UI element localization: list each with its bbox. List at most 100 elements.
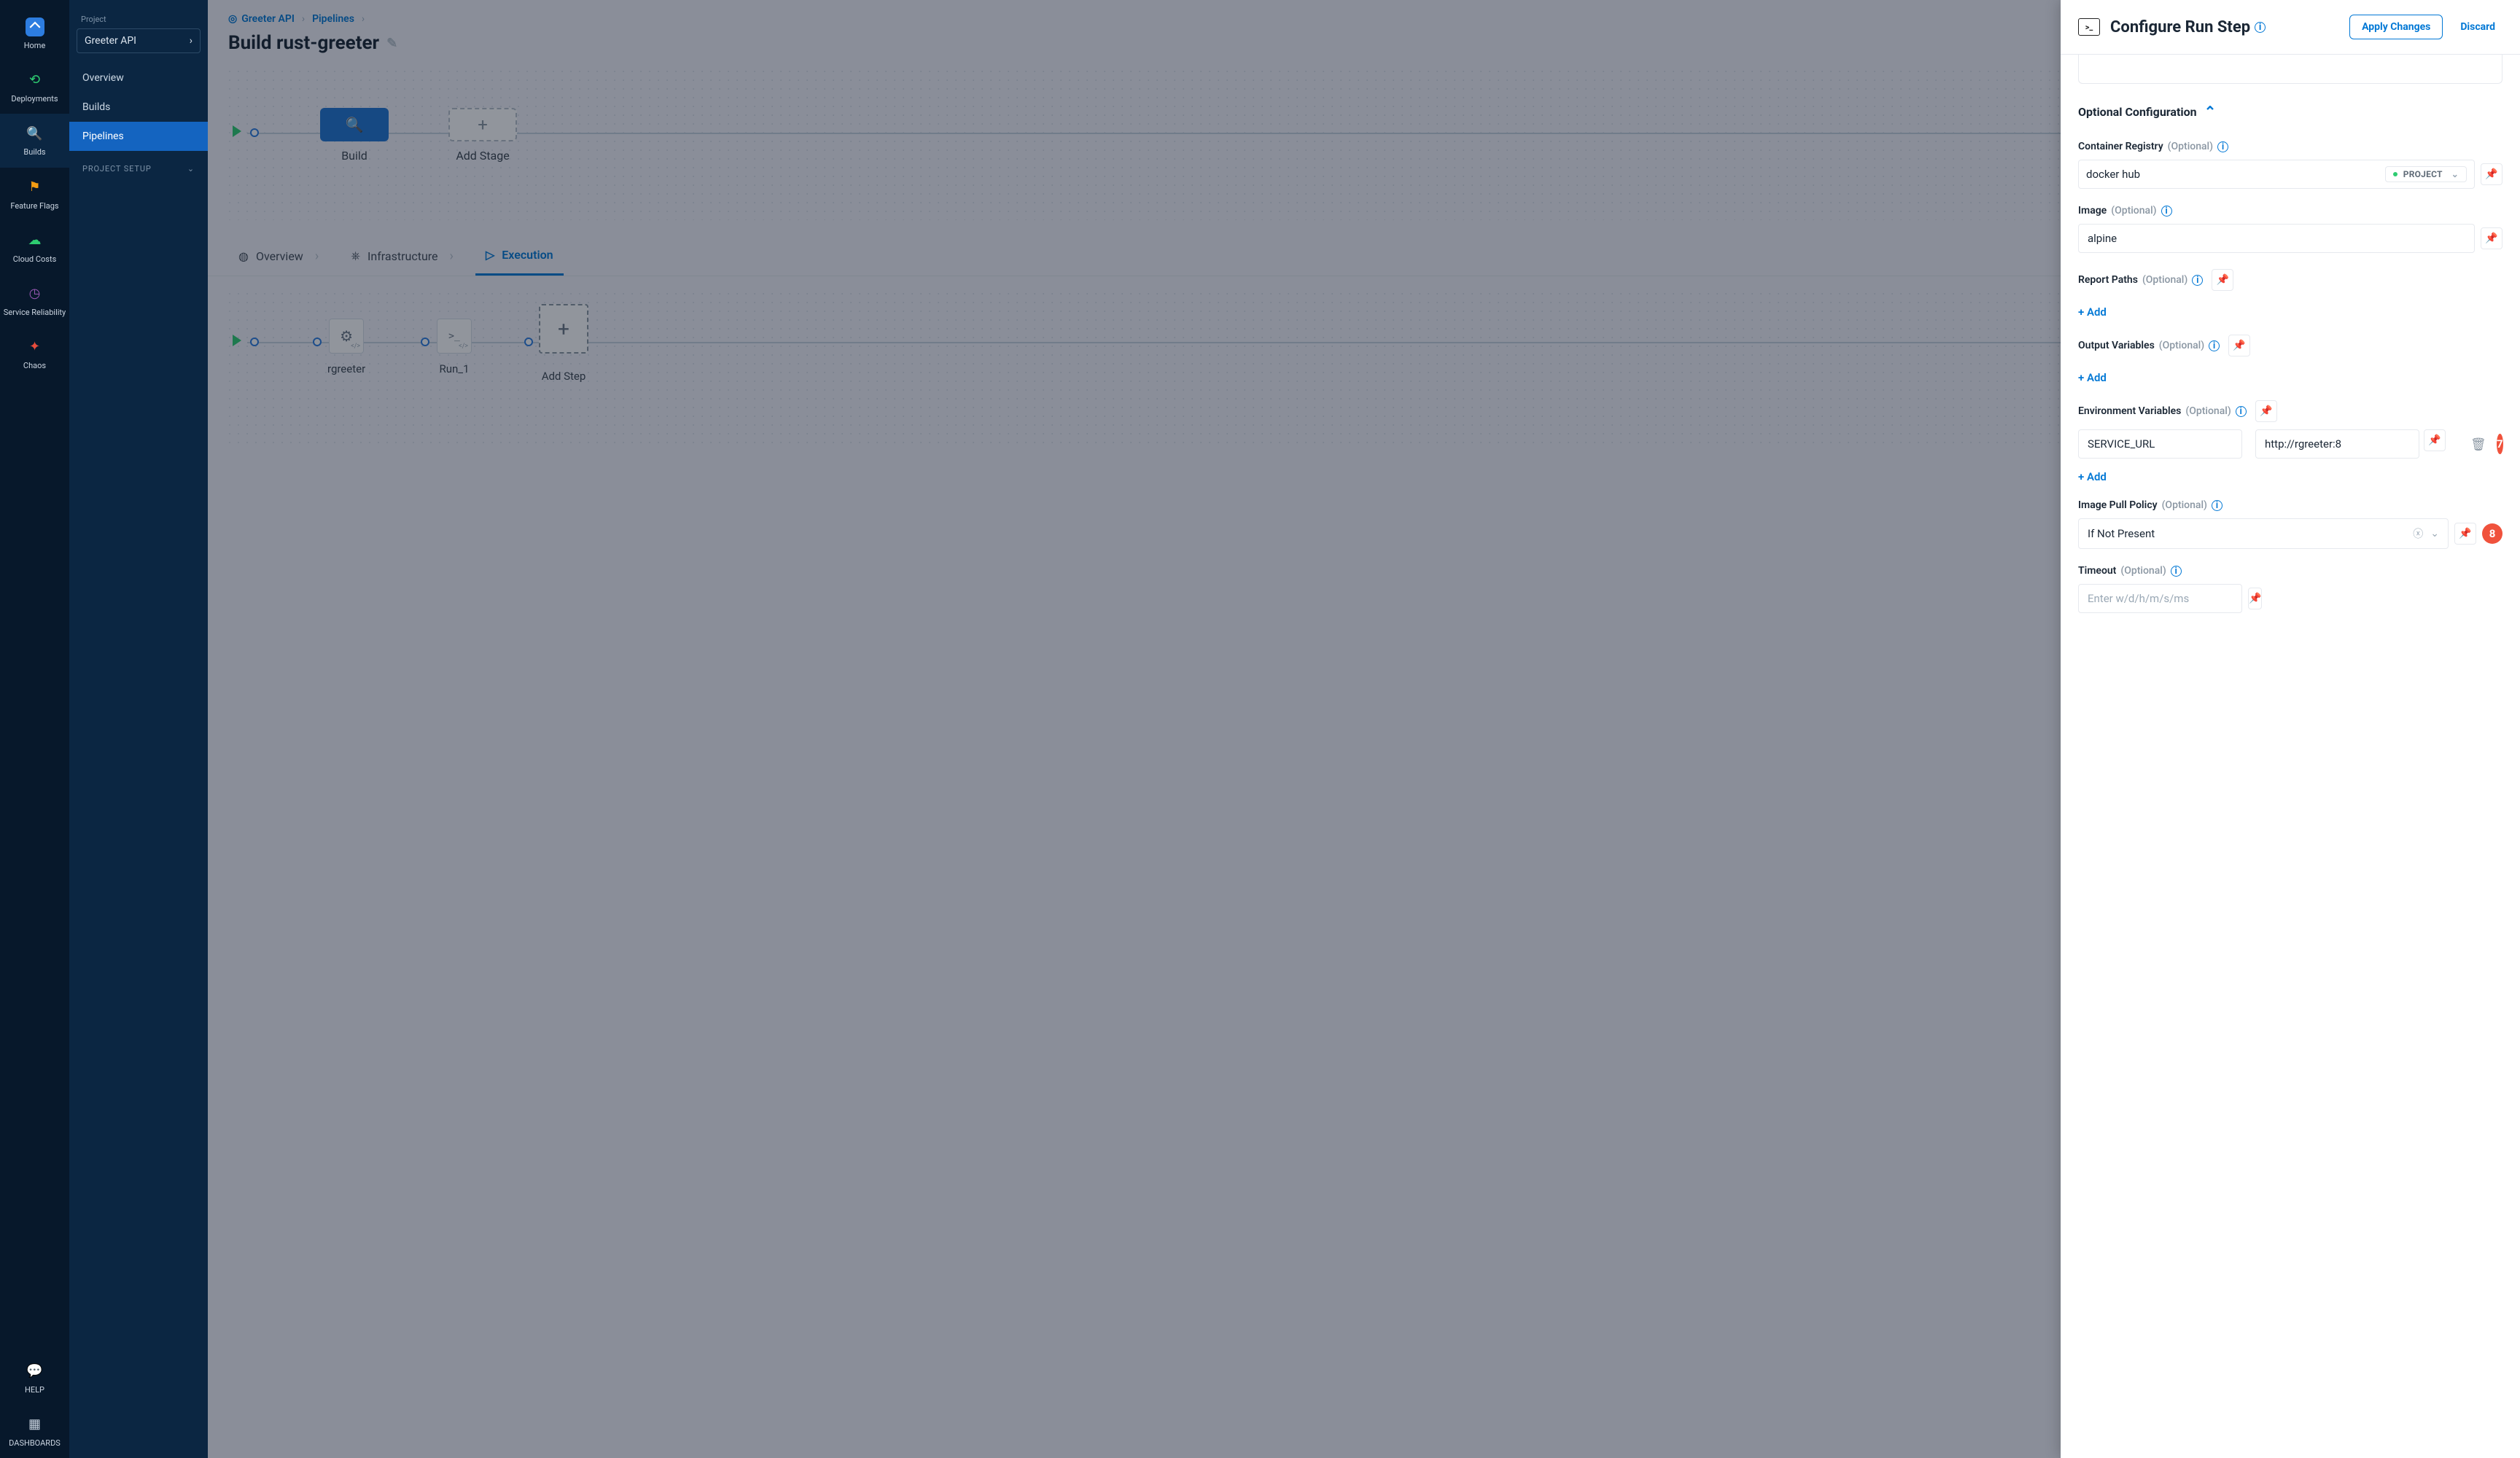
crumb-project[interactable]: ◎Greeter API (228, 13, 295, 25)
project-sidebar: Project Greeter API › Overview Builds Pi… (69, 0, 208, 1458)
panel-body[interactable]: Optional Configuration ⌃ Container Regis… (2061, 55, 2520, 1458)
scope-chip[interactable]: PROJECT⌄ (2385, 166, 2467, 182)
nav-deployments[interactable]: ⟲ Deployments (0, 61, 69, 114)
prev-section-card (2078, 55, 2502, 84)
env-var-key-input[interactable] (2078, 429, 2242, 459)
connector-dot (524, 338, 533, 346)
clear-icon[interactable]: ⓧ (2413, 526, 2423, 541)
panel-title: Configure Run Stepi (2110, 18, 2266, 36)
env-var-row: 📌 🗑 7 (2078, 429, 2502, 459)
rgreeter-step-icon: ⚙</> (329, 319, 364, 354)
nav-builds[interactable]: 🔍 Builds (0, 114, 69, 167)
discard-button[interactable]: Discard (2453, 15, 2502, 39)
chevron-down-icon: ⌄ (2451, 169, 2459, 179)
delete-env-var-button[interactable]: 🗑 (2470, 437, 2484, 451)
add-report-path-button[interactable]: + Add (2078, 305, 2107, 319)
info-icon[interactable]: i (2209, 340, 2220, 351)
exec-start-node[interactable] (250, 338, 259, 346)
output-vars-label: Output Variables (2078, 340, 2155, 351)
chaos-icon: ✦ (26, 338, 44, 356)
pin-button[interactable]: 📌 (2481, 163, 2502, 185)
pin-button[interactable]: 📌 (2481, 227, 2502, 249)
info-icon[interactable]: i (2236, 406, 2247, 417)
tab-overview[interactable]: ◍Overview› (228, 241, 333, 276)
pin-button[interactable]: 📌 (2255, 400, 2277, 422)
optional-text: (Optional) (2162, 499, 2207, 511)
exec-start-icon (233, 335, 241, 346)
info-icon[interactable]: i (2192, 275, 2203, 286)
optional-config-header[interactable]: Optional Configuration ⌃ (2078, 103, 2502, 120)
sidebar-item-pipelines[interactable]: Pipelines (69, 122, 208, 151)
field-pull-policy: Image Pull Policy (Optional) i If Not Pr… (2078, 499, 2502, 549)
nav-dashboards[interactable]: ▦ DASHBOARDS (0, 1405, 69, 1458)
stage-build[interactable]: 🔍 Build (320, 108, 389, 163)
info-icon[interactable]: i (2255, 22, 2266, 33)
sidebar-item-overview[interactable]: Overview (69, 63, 208, 93)
add-output-var-button[interactable]: + Add (2078, 371, 2107, 384)
add-stage-icon: + (448, 108, 517, 141)
build-stage-icon: 🔍 (320, 108, 389, 141)
nav-help[interactable]: 💬 HELP (0, 1352, 69, 1405)
nav-srm[interactable]: ◷ Service Reliability (0, 274, 69, 327)
connector-dot (313, 338, 322, 346)
edit-icon[interactable]: ✎ (386, 36, 397, 51)
timeout-input[interactable] (2078, 584, 2242, 613)
info-icon[interactable]: i (2217, 141, 2228, 152)
configure-run-step-panel: >_ Configure Run Stepi Apply Changes Dis… (2061, 0, 2520, 1458)
chevron-right-icon: › (311, 249, 323, 264)
step-rgreeter[interactable]: ⚙</> rgreeter (327, 319, 365, 375)
srm-icon: ◷ (26, 284, 44, 303)
pin-button[interactable]: 📌 (2454, 523, 2476, 545)
pin-button[interactable]: 📌 (2212, 269, 2233, 291)
project-label: Project (69, 15, 208, 28)
dashboards-icon: ▦ (26, 1415, 44, 1434)
annotation-marker-8: 8 (2482, 523, 2502, 544)
image-input[interactable] (2078, 224, 2475, 253)
pin-button[interactable]: 📌 (2424, 429, 2446, 451)
registry-input[interactable]: docker hub PROJECT⌄ (2078, 160, 2475, 189)
nav-home-label: Home (24, 41, 46, 50)
crumb-pipelines[interactable]: Pipelines (312, 13, 354, 25)
nav-srm-label: Service Reliability (4, 308, 66, 317)
pull-policy-select[interactable]: If Not Present ⓧ ⌄ (2078, 518, 2449, 549)
add-step-icon: + (539, 304, 588, 354)
info-icon[interactable]: i (2212, 500, 2222, 511)
nav-dash-label: DASHBOARDS (9, 1438, 61, 1448)
optional-text: (Optional) (2120, 565, 2166, 577)
env-vars-label: Environment Variables (2078, 405, 2181, 417)
nav-featureflags[interactable]: ⚑ Feature Flags (0, 168, 69, 221)
nav-builds-label: Builds (23, 147, 45, 157)
project-setup-header[interactable]: PROJECT SETUP ⌄ (69, 151, 208, 179)
nav-chaos[interactable]: ✦ Chaos (0, 327, 69, 381)
run-step-icon: >_ (2078, 18, 2100, 36)
crumb-sep: › (302, 13, 305, 25)
nav-home[interactable]: Home (0, 7, 69, 61)
step-run1[interactable]: >_</> Run_1 (437, 319, 472, 375)
start-icon (233, 125, 241, 137)
sidebar-item-builds[interactable]: Builds (69, 93, 208, 122)
start-node[interactable] (250, 128, 259, 137)
nav-cc-label: Cloud Costs (13, 254, 57, 264)
run-step-icon: >_</> (437, 319, 472, 354)
tab-infrastructure[interactable]: ⎈Infrastructure› (341, 241, 468, 276)
env-var-value-input[interactable] (2255, 429, 2419, 459)
project-picker[interactable]: Greeter API › (77, 28, 201, 53)
add-env-var-button[interactable]: + Add (2078, 470, 2107, 483)
add-step-button[interactable]: + Add Step (539, 311, 588, 383)
pin-button[interactable]: 📌 (2228, 335, 2250, 356)
feature-flags-icon: ⚑ (26, 178, 44, 197)
chevron-down-icon: ⌄ (187, 164, 195, 174)
chevron-down-icon: ⌄ (2430, 528, 2439, 539)
tab-execution[interactable]: ▷Execution (475, 241, 564, 276)
apply-changes-button[interactable]: Apply Changes (2349, 15, 2443, 39)
info-icon[interactable]: i (2161, 206, 2172, 217)
crumb-sep2: › (362, 13, 365, 25)
add-stage-button[interactable]: + Add Stage (448, 108, 517, 163)
nav-cloudcosts[interactable]: ☁︎ Cloud Costs (0, 221, 69, 274)
timeout-label: Timeout (2078, 565, 2116, 577)
field-container-registry: Container Registry (Optional) i docker h… (2078, 141, 2502, 189)
info-icon[interactable]: i (2171, 566, 2182, 577)
project-setup-label: PROJECT SETUP (82, 164, 152, 174)
pin-button[interactable]: 📌 (2248, 588, 2262, 609)
field-env-variables: Environment Variables (Optional) i 📌 📌 🗑… (2078, 400, 2502, 483)
